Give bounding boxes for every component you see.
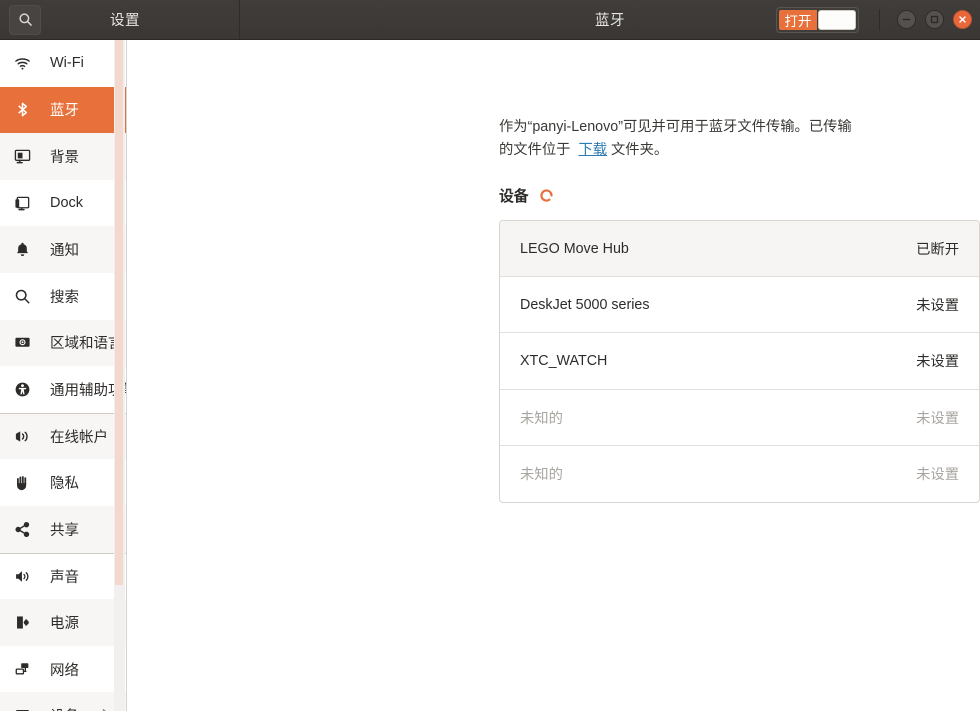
dock-icon — [14, 195, 40, 212]
device-status: 已断开 — [916, 242, 959, 259]
device-name: XTC_WATCH — [520, 352, 608, 369]
device-status: 未设置 — [916, 298, 959, 315]
battery-icon — [14, 614, 40, 631]
flag-icon — [14, 334, 40, 351]
device-name: 未知的 — [520, 410, 563, 427]
sidebar-item-notifications[interactable]: 通知 — [0, 226, 126, 273]
sidebar-item-label: 电源 — [50, 615, 79, 632]
main-area: Wi-Fi 蓝牙 背景 Dock 通知 搜索 区域和语言 通用辅助 在线帐户 隐… — [0, 40, 980, 711]
loading-spinner-icon — [539, 188, 554, 203]
titlebar-controls: 打开 — [776, 6, 972, 33]
sidebar-scrollbar-thumb[interactable] — [115, 40, 123, 585]
maximize-button[interactable] — [925, 10, 944, 29]
downloads-folder-link[interactable]: 下载 — [578, 142, 607, 158]
maximize-icon — [930, 15, 939, 24]
content-pane: 作为“panyi-Lenovo”可见并可用于蓝牙文件传输。已传输的文件位于 下载… — [127, 40, 980, 711]
table-row[interactable]: LEGO Move Hub 已断开 — [500, 221, 979, 278]
table-row[interactable]: DeskJet 5000 series 未设置 — [500, 277, 979, 334]
sidebar-item-label: Wi-Fi — [50, 55, 84, 72]
sidebar-item-search[interactable]: 搜索 — [0, 272, 126, 320]
devices-heading: 设备 — [499, 189, 529, 205]
bluetooth-description: 作为“panyi-Lenovo”可见并可用于蓝牙文件传输。已传输的文件位于 下载… — [127, 40, 980, 162]
table-row[interactable]: 未知的 未设置 — [500, 390, 979, 446]
close-icon — [958, 15, 967, 24]
minimize-button[interactable] — [897, 10, 916, 29]
sidebar-item-label: 隐私 — [50, 476, 79, 493]
sidebar-item-label: 区域和语言 — [50, 336, 123, 353]
sidebar-item-label: 在线帐户 — [50, 430, 108, 447]
sidebar-item-label: 声音 — [50, 569, 79, 586]
search-icon — [14, 288, 40, 305]
sidebar-item-privacy[interactable]: 隐私 — [0, 459, 126, 506]
sidebar-item-wifi[interactable]: Wi-Fi — [0, 40, 126, 87]
device-name: LEGO Move Hub — [520, 240, 629, 257]
chevron-right-icon — [101, 707, 110, 711]
background-icon — [14, 148, 40, 165]
sidebar-item-label: Dock — [50, 195, 84, 212]
wifi-icon — [14, 55, 40, 72]
speaker-icon — [14, 568, 40, 585]
devices-header: 设备 — [127, 162, 980, 206]
sidebar-item-sharing[interactable]: 共享 — [0, 505, 126, 553]
bluetooth-toggle-label: 打开 — [779, 9, 817, 30]
sidebar-item-bluetooth[interactable]: 蓝牙 — [0, 86, 126, 134]
device-name: DeskJet 5000 series — [520, 296, 650, 313]
sidebar: Wi-Fi 蓝牙 背景 Dock 通知 搜索 区域和语言 通用辅助 在线帐户 隐… — [0, 40, 127, 711]
sidebar-list: Wi-Fi 蓝牙 背景 Dock 通知 搜索 区域和语言 通用辅助 在线帐户 隐… — [0, 40, 126, 711]
sidebar-item-sound[interactable]: 声音 — [0, 552, 126, 600]
accessibility-icon — [14, 381, 40, 398]
titlebar-left-pane: 设置 — [0, 0, 240, 39]
settings-window-title: 设置 — [110, 13, 140, 29]
search-icon — [18, 12, 33, 27]
hand-icon — [14, 474, 40, 491]
sidebar-item-accessibility[interactable]: 通用辅助功能 — [0, 366, 126, 413]
device-status: 未设置 — [916, 410, 959, 427]
table-row[interactable]: 未知的 未设置 — [500, 446, 979, 502]
bluetooth-toggle-knob — [818, 9, 856, 30]
bluetooth-icon — [14, 101, 40, 118]
bluetooth-power-toggle[interactable]: 打开 — [776, 6, 859, 33]
share-icon — [14, 521, 40, 538]
device-status: 未设置 — [916, 354, 959, 371]
devices-list: LEGO Move Hub 已断开 DeskJet 5000 series 未设… — [499, 220, 980, 503]
sidebar-item-network[interactable]: 网络 — [0, 645, 126, 693]
sidebar-item-dock[interactable]: Dock — [0, 179, 126, 227]
device-name: 未知的 — [520, 467, 563, 484]
titlebar-right-pane: 蓝牙 打开 — [240, 0, 980, 39]
bell-icon — [14, 241, 40, 258]
sidebar-scrollbar-track[interactable] — [114, 40, 125, 711]
network-icon — [14, 661, 40, 678]
sidebar-item-label: 设备 — [50, 705, 79, 711]
description-text-part2: 文件夹。 — [611, 142, 669, 158]
minimize-icon — [902, 15, 911, 24]
sidebar-item-online-accounts[interactable]: 在线帐户 — [0, 412, 126, 460]
sidebar-item-label: 背景 — [50, 149, 79, 166]
sidebar-item-label: 网络 — [50, 662, 79, 679]
sidebar-item-region-language[interactable]: 区域和语言 — [0, 319, 126, 367]
sidebar-item-background[interactable]: 背景 — [0, 133, 126, 180]
sidebar-item-label: 共享 — [50, 522, 79, 539]
close-button[interactable] — [953, 10, 972, 29]
sidebar-item-label: 通知 — [50, 243, 79, 260]
devices-icon — [14, 707, 40, 711]
search-button[interactable] — [9, 4, 41, 35]
sidebar-item-label: 蓝牙 — [50, 103, 79, 120]
description-text-part1: 作为“panyi-Lenovo”可见并可用于蓝牙文件传输。已传输的文件位于 — [499, 119, 852, 158]
titlebar-divider — [879, 8, 880, 31]
sidebar-item-label: 搜索 — [50, 289, 79, 306]
online-accounts-icon — [14, 428, 40, 445]
table-row[interactable]: XTC_WATCH 未设置 — [500, 333, 979, 390]
sidebar-item-devices[interactable]: 设备 — [0, 692, 126, 711]
device-status: 未设置 — [916, 467, 959, 484]
sidebar-item-power[interactable]: 电源 — [0, 599, 126, 646]
titlebar: 设置 蓝牙 打开 — [0, 0, 980, 40]
